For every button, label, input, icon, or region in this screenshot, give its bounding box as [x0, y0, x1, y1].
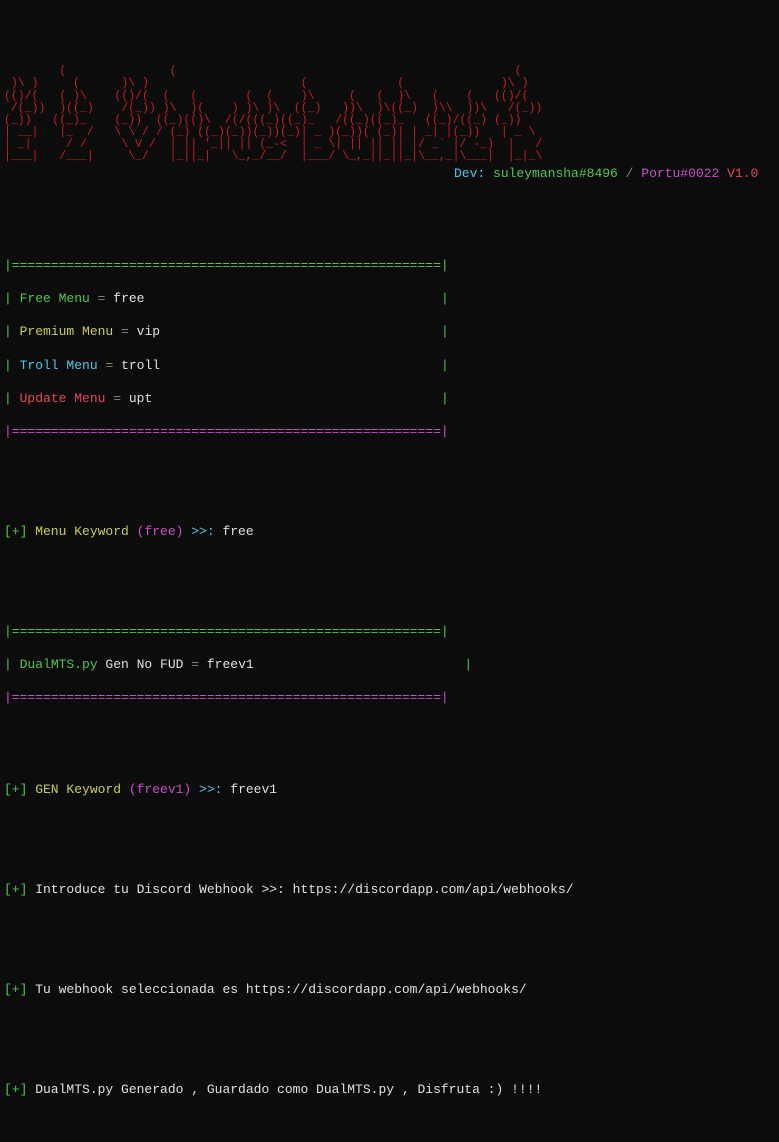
menu-label: Premium Menu [20, 324, 114, 339]
menu-value: free [113, 291, 144, 306]
menu-item-free: | Free Menu = free | [4, 290, 775, 308]
prompt-paren: (free) [137, 524, 184, 539]
dev-credits: Dev: suleymansha#8496 / Portu#0022 V1.0 [4, 165, 775, 183]
plus-icon: [+] [4, 982, 27, 997]
generation-success: [+] DualMTS.py Generado , Guardado como … [4, 1081, 775, 1099]
script-name: DualMTS.py [20, 657, 98, 672]
webhook-confirmation: [+] Tu webhook seleccionada es https://d… [4, 981, 775, 999]
separator: |=======================================… [4, 689, 775, 707]
menu-label: Troll Menu [20, 358, 98, 373]
gen-text: Gen No FUD [98, 657, 192, 672]
status-text: Tu webhook seleccionada es https://disco… [27, 982, 526, 997]
prompt-arrow: >>: [191, 782, 230, 797]
prompt-paren: (freev1) [129, 782, 191, 797]
plus-icon: [+] [4, 524, 27, 539]
version-label: V1.0 [727, 166, 758, 181]
menu-label: Free Menu [20, 291, 90, 306]
menu-value: vip [137, 324, 160, 339]
ascii-banner: ( ( ( )\ ) ( )\ ) ( ( )\ ) (()/( ( )\ ((… [4, 66, 775, 163]
separator: |=======================================… [4, 623, 775, 641]
menu-label: Update Menu [20, 391, 106, 406]
separator: |=======================================… [4, 423, 775, 441]
dev-author-2: Portu#0022 [641, 166, 719, 181]
prompt-webhook[interactable]: [+] Introduce tu Discord Webhook >>: htt… [4, 881, 775, 899]
prompt-arrow: >>: [183, 524, 222, 539]
prompt-text: Menu Keyword [27, 524, 136, 539]
menu-item-troll: | Troll Menu = troll | [4, 357, 775, 375]
gen-value: freev1 [207, 657, 254, 672]
prompt-gen-keyword[interactable]: [+] GEN Keyword (freev1) >>: freev1 [4, 781, 775, 799]
status-text: DualMTS.py Generado , Guardado como Dual… [27, 1082, 542, 1097]
separator: |=======================================… [4, 257, 775, 275]
prompt-menu-keyword[interactable]: [+] Menu Keyword (free) >>: free [4, 523, 775, 541]
menu-value: troll [121, 358, 160, 373]
gen-info-line: | DualMTS.py Gen No FUD = freev1 | [4, 656, 775, 674]
menu-item-premium: | Premium Menu = vip | [4, 323, 775, 341]
menu-item-update: | Update Menu = upt | [4, 390, 775, 408]
prompt-text: Introduce tu Discord Webhook >>: [27, 882, 292, 897]
prompt-text: GEN Keyword [27, 782, 128, 797]
menu-value: upt [129, 391, 152, 406]
user-input: freev1 [230, 782, 277, 797]
dev-author-1: suleymansha#8496 [493, 166, 618, 181]
plus-icon: [+] [4, 882, 27, 897]
dev-label: Dev: [454, 166, 485, 181]
plus-icon: [+] [4, 1082, 27, 1097]
webhook-url: https://discordapp.com/api/webhooks/ [293, 882, 574, 897]
user-input: free [222, 524, 253, 539]
plus-icon: [+] [4, 782, 27, 797]
dev-sep: / [626, 166, 634, 181]
